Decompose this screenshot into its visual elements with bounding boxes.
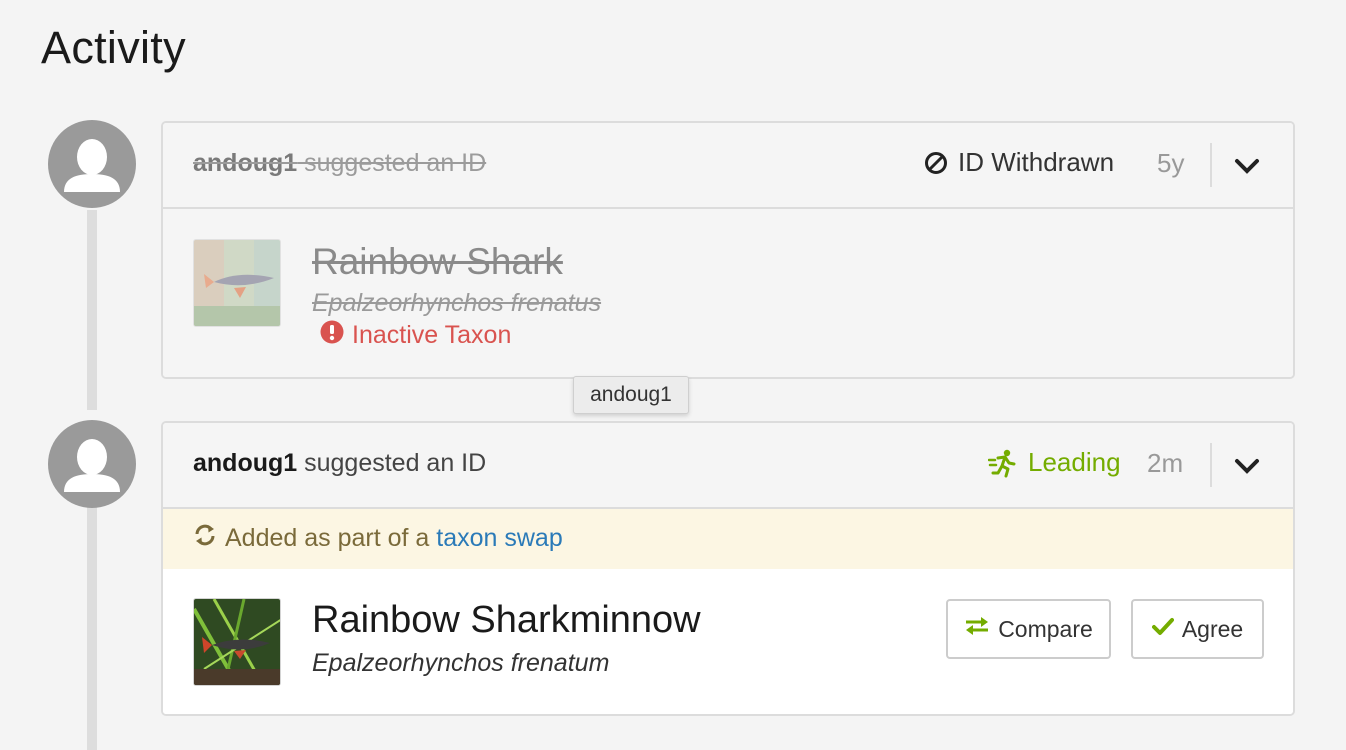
user-link[interactable]: andoug1 [193,149,297,177]
chevron-down-icon[interactable] [1231,451,1263,481]
user-silhouette-icon [64,139,120,192]
taxon-scientific-name: Epalzeorhynchos frenatus [312,289,602,317]
user-tooltip: andoug1 [573,376,689,414]
taxon-swap-banner: Added as part of a taxon swap [163,509,1293,569]
compare-label: Compare [998,615,1093,642]
identification-card-leading: andoug1 suggested an ID Leading 2m Added… [161,421,1295,716]
card-header-text: andoug1 suggested an ID [193,149,486,178]
time-ago: 2m [1147,448,1184,478]
user-link[interactable]: andoug1 [193,449,297,477]
agree-button[interactable]: Agree [1131,599,1264,659]
swap-banner-text: Added as part of a taxon swap [225,524,563,552]
taxon-scientific-name: Epalzeorhynchos frenatum [312,649,610,677]
identification-card-withdrawn: andoug1 suggested an ID ID Withdrawn 5y [161,121,1295,379]
card-header: andoug1 suggested an ID Leading 2m [163,423,1293,509]
inactive-taxon-warning: Inactive Taxon [320,320,511,351]
taxon-photo[interactable] [193,239,281,327]
time-ago: 5y [1157,148,1185,178]
action-text: suggested an ID [297,449,487,477]
header-divider [1210,143,1212,187]
header-divider [1210,443,1212,487]
status-withdrawn: ID Withdrawn [924,147,1114,178]
chevron-down-icon[interactable] [1231,151,1263,181]
card-body: Rainbow Shark Epalzeorhynchos frenatus I… [163,209,1293,377]
user-avatar[interactable] [48,420,136,508]
taxon-common-name[interactable]: Rainbow Sharkminnow [312,599,701,642]
check-icon [1151,616,1174,643]
inactive-taxon-label: Inactive Taxon [352,321,512,349]
user-avatar[interactable] [48,120,136,208]
exchange-icon [964,615,990,643]
card-header-text: andoug1 suggested an ID [193,449,486,478]
user-silhouette-icon [64,439,120,492]
taxon-swap-link[interactable]: taxon swap [436,524,562,552]
status-leading: Leading [988,447,1121,478]
refresh-icon [193,523,217,554]
card-header: andoug1 suggested an ID ID Withdrawn 5y [163,123,1293,209]
ban-icon [924,151,948,175]
exclamation-circle-icon [320,320,344,351]
taxon-common-name[interactable]: Rainbow Shark [312,241,563,283]
status-label: ID Withdrawn [958,147,1115,177]
running-person-icon [988,448,1018,478]
page-title: Activity [41,22,186,73]
action-text: suggested an ID [297,149,487,177]
agree-label: Agree [1181,615,1244,642]
compare-button[interactable]: Compare [946,599,1111,659]
taxon-photo[interactable] [193,598,281,686]
status-label: Leading [1028,447,1121,477]
card-body: Rainbow Sharkminnow Epalzeorhynchos fren… [163,569,1293,714]
